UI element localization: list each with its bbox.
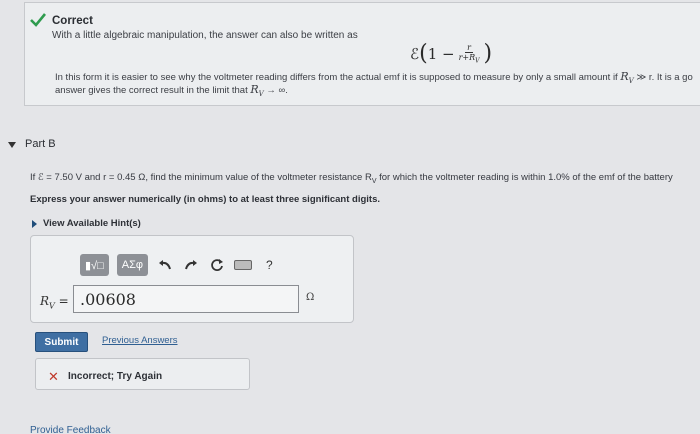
question-text: If ℰ = 7.50 V and r = 0.45 Ω, find the m…	[30, 172, 673, 185]
hints-label: View Available Hint(s)	[43, 218, 141, 229]
question-tail: for which the voltmeter reading is withi…	[376, 172, 673, 183]
templates-button[interactable]: ▮√□	[80, 254, 109, 276]
correct-explanation: With a little algebraic manipulation, th…	[52, 30, 358, 41]
redo-icon[interactable]	[182, 256, 200, 274]
checkmark-icon	[30, 13, 46, 27]
rv-symbol: R	[250, 83, 259, 96]
rv-symbol: R	[620, 70, 629, 83]
undo-icon[interactable]	[156, 256, 174, 274]
view-hints-link[interactable]: View Available Hint(s)	[32, 218, 141, 229]
fraction: r r+RV	[457, 43, 482, 66]
emf-formula: ℰ (1 − r r+RV )	[410, 41, 493, 66]
explanation-text: answer gives the correct result in the l…	[55, 85, 251, 96]
collapse-arrow-icon[interactable]	[8, 142, 16, 148]
answer-instruction: Express your answer numerically (in ohms…	[30, 194, 381, 205]
fraction-denominator-sub: V	[475, 57, 480, 65]
explanation-text-tail: → ∞.	[263, 85, 288, 96]
provide-feedback-link[interactable]: Provide Feedback	[30, 425, 111, 434]
emf-symbol: ℰ	[410, 45, 420, 63]
unit-label: Ω	[306, 292, 315, 303]
keyboard-icon[interactable]	[234, 256, 253, 274]
answer-label-eq: =	[54, 294, 69, 308]
part-b-title[interactable]: Part B	[25, 138, 56, 150]
incorrect-message: Incorrect; Try Again	[68, 371, 163, 382]
help-icon[interactable]: ?	[266, 258, 273, 272]
answer-label-symbol: R	[40, 294, 50, 308]
answer-input[interactable]: .00608	[73, 285, 299, 313]
symbols-button[interactable]: ΑΣφ	[116, 254, 149, 276]
answer-label: RV =	[40, 294, 69, 310]
correct-title: Correct	[52, 15, 93, 27]
explanation-text: In this form it is easier to see why the…	[55, 72, 621, 83]
page: Correct With a little algebraic manipula…	[0, 0, 700, 434]
reset-icon[interactable]	[208, 256, 226, 274]
fraction-numerator: r	[465, 42, 473, 53]
correct-explanation-3: answer gives the correct result in the l…	[55, 83, 288, 98]
explanation-text-tail: ≫ r. It is a go	[633, 72, 693, 83]
math-toolbar: ▮√□ ΑΣφ ?	[80, 254, 273, 276]
previous-answers-link[interactable]: Previous Answers	[102, 335, 178, 346]
question-main: If ℰ = 7.50 V and r = 0.45 Ω, find the m…	[30, 172, 372, 183]
submit-button[interactable]: Submit	[35, 332, 88, 352]
expand-triangle-icon	[32, 219, 37, 228]
fraction-denominator: r+R	[458, 52, 476, 62]
incorrect-x-icon: ✕	[48, 369, 59, 384]
